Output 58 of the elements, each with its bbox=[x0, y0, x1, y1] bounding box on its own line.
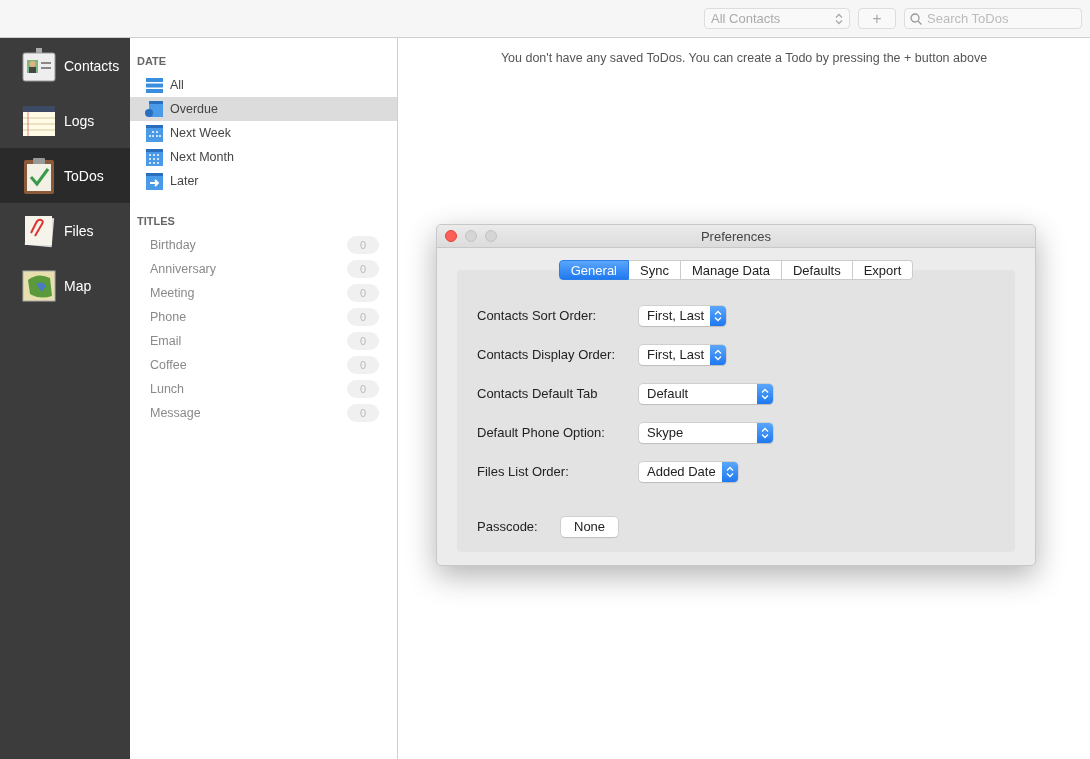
section-header: TITLES bbox=[136, 215, 175, 229]
tab[interactable]: Defaults bbox=[781, 260, 853, 280]
chevron-updown-icon bbox=[714, 309, 723, 322]
setting-label: Files List Order: bbox=[477, 464, 570, 479]
title-item[interactable]: Message bbox=[150, 406, 201, 420]
chevron-updown-icon bbox=[761, 387, 769, 400]
setting-label: Contacts Display Order: bbox=[477, 347, 616, 362]
filter-item[interactable]: Overdue bbox=[130, 97, 397, 121]
tab[interactable]: Export bbox=[852, 260, 914, 280]
dropdown[interactable]: Skype bbox=[639, 422, 773, 443]
chevron-updown-icon bbox=[761, 426, 769, 439]
setting-label: Default Phone Option: bbox=[477, 425, 606, 440]
dropdown[interactable]: First, Last bbox=[639, 305, 727, 326]
setting-label: Contacts Default Tab bbox=[477, 386, 599, 401]
section-header: DATE bbox=[136, 55, 167, 69]
filter-item[interactable]: Next Month bbox=[130, 145, 397, 169]
dropdown[interactable]: First, Last bbox=[639, 344, 727, 365]
filter-item[interactable]: Next Week bbox=[130, 121, 397, 145]
calendar-alert-icon bbox=[144, 100, 164, 118]
title-item[interactable]: Email bbox=[150, 334, 182, 348]
setting-label: Passcode: bbox=[477, 519, 539, 534]
sidebar-item[interactable]: Logs bbox=[0, 93, 130, 148]
title-item[interactable]: Meeting bbox=[150, 286, 195, 300]
calendar-icon bbox=[145, 148, 163, 166]
dropdown[interactable]: Default bbox=[639, 383, 773, 404]
chevron-updown-icon bbox=[725, 465, 734, 478]
paperclip-note-icon bbox=[23, 213, 55, 248]
calendar-icon bbox=[145, 124, 163, 142]
title-item[interactable]: Lunch bbox=[150, 382, 185, 396]
search-field[interactable]: Search ToDos bbox=[904, 8, 1082, 29]
title-item[interactable]: Coffee bbox=[150, 358, 187, 372]
minimize-button[interactable] bbox=[465, 230, 477, 242]
sidebar-item[interactable]: Files bbox=[0, 203, 130, 258]
chevron-updown-icon bbox=[714, 348, 723, 361]
map-icon bbox=[22, 269, 56, 302]
filter-item[interactable]: Later bbox=[130, 169, 397, 193]
title-item[interactable]: Phone bbox=[150, 310, 187, 324]
setting-label: Contacts Sort Order: bbox=[477, 308, 598, 323]
notepad-icon bbox=[22, 104, 56, 137]
empty-message: You don't have any saved ToDos. You can create a Todo by pressing the + button above bbox=[499, 51, 989, 65]
filter-item[interactable]: All bbox=[130, 73, 397, 97]
window-title: Preferences bbox=[700, 228, 772, 244]
list-icon bbox=[145, 77, 163, 93]
chevron-updown-icon bbox=[835, 12, 843, 25]
tab[interactable]: Sync bbox=[629, 260, 681, 280]
id-card-icon bbox=[22, 47, 56, 84]
sidebar-item[interactable]: Map bbox=[0, 258, 130, 313]
title-item[interactable]: Birthday bbox=[150, 238, 196, 252]
sidebar-item[interactable]: ToDos bbox=[0, 148, 130, 203]
title-item[interactable]: Anniversary bbox=[150, 262, 216, 276]
search-icon bbox=[910, 13, 922, 25]
zoom-button[interactable] bbox=[485, 230, 497, 242]
sidebar-item[interactable]: Contacts bbox=[0, 38, 130, 93]
dropdown[interactable]: Added Date bbox=[639, 461, 738, 482]
close-button[interactable] bbox=[445, 230, 457, 242]
passcode-button[interactable]: None bbox=[561, 516, 619, 537]
clipboard-check-icon bbox=[23, 156, 55, 195]
tab[interactable]: Manage Data bbox=[680, 260, 782, 280]
